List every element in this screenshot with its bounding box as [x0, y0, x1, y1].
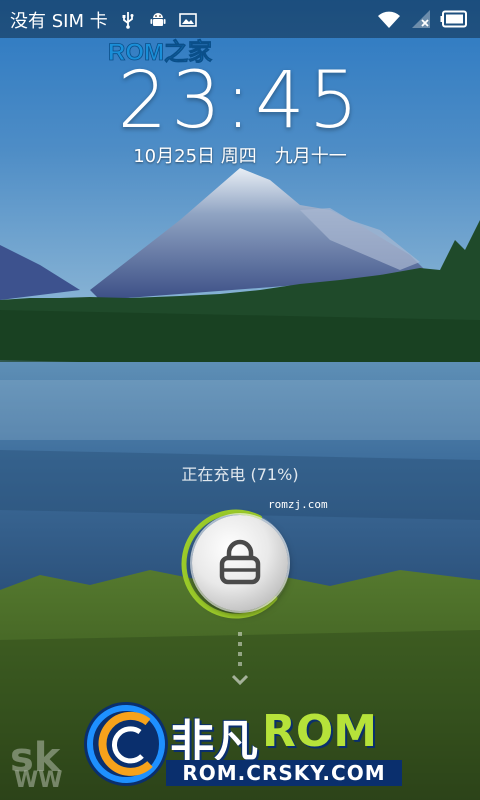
- crsky-logo-icon: [84, 702, 168, 786]
- unlock-button[interactable]: [192, 515, 288, 611]
- unlock-control[interactable]: [180, 508, 292, 620]
- lock-date: 10月25日 周四 九月十一: [133, 146, 347, 167]
- swipe-hint: [232, 632, 248, 686]
- usb-icon: [122, 12, 134, 29]
- clock-time: 23:45: [117, 56, 363, 146]
- android-debug-icon: [150, 13, 166, 26]
- lock-icon: [219, 539, 261, 585]
- carrier-text: 没有 SIM 卡: [10, 11, 108, 32]
- faded-watermark-bottom: WW: [14, 768, 63, 793]
- image-notification-icon: [178, 13, 197, 27]
- battery-icon: [440, 10, 467, 28]
- wifi-icon: [378, 11, 400, 28]
- brand-url: ROM.CRSKY.COM: [166, 760, 402, 786]
- chevron-down-icon: [232, 674, 248, 686]
- status-bar: 没有 SIM 卡: [0, 0, 480, 38]
- no-signal-icon: [412, 10, 430, 28]
- charging-status: 正在充电 (71%): [181, 465, 299, 484]
- brand-rom: ROM: [262, 706, 378, 757]
